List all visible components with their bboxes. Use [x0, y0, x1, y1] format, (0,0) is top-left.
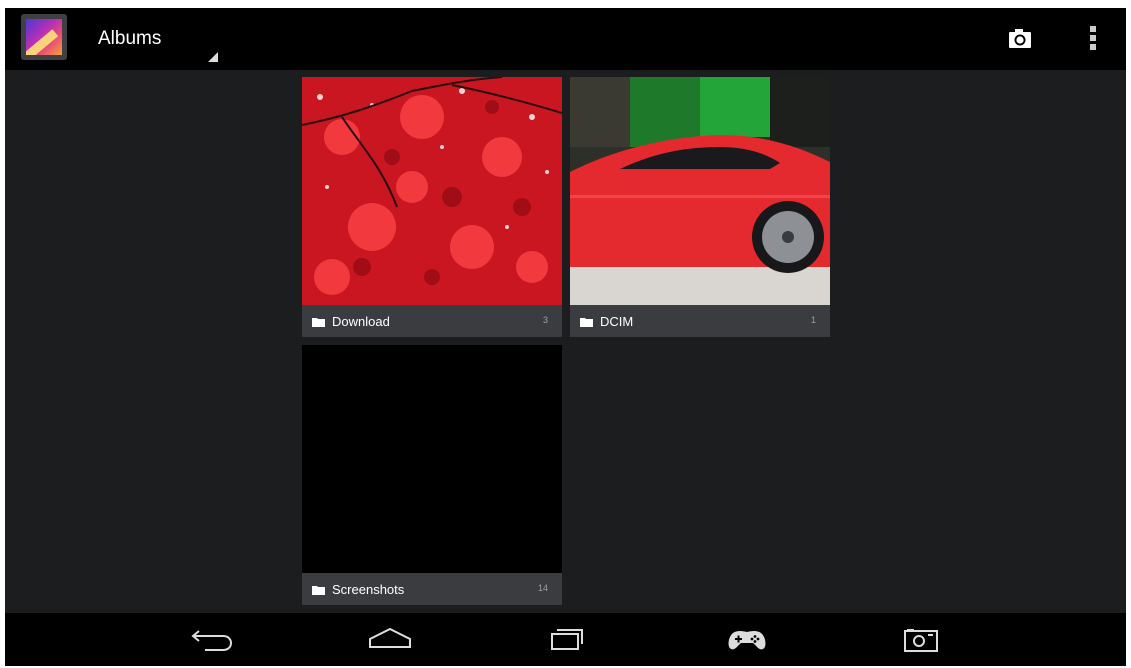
album-dcim[interactable]: DCIM 1	[570, 77, 830, 337]
overflow-menu-icon[interactable]	[1080, 22, 1104, 54]
album-download[interactable]: Download 3	[302, 77, 562, 337]
album-name: DCIM	[600, 314, 634, 329]
home-icon[interactable]	[362, 621, 418, 657]
navigation-bar	[5, 613, 1126, 666]
album-label-bar: DCIM 1	[570, 305, 830, 337]
gallery-screen: Albums Download 3 DCIM 1 Screenshots 14	[5, 8, 1126, 666]
dropdown-arrow-icon	[208, 52, 218, 62]
gamepad-icon[interactable]	[719, 621, 775, 657]
page-title: Albums	[98, 28, 162, 49]
album-thumbnail	[302, 77, 562, 305]
album-name: Download	[332, 314, 390, 329]
recent-apps-icon[interactable]	[542, 621, 598, 657]
album-label-bar: Download 3	[302, 305, 562, 337]
album-thumbnail	[570, 77, 830, 305]
album-label-bar: Screenshots 14	[302, 573, 562, 605]
folder-icon	[580, 318, 593, 327]
folder-icon	[312, 318, 325, 327]
camera-icon[interactable]	[1001, 24, 1037, 54]
action-bar: Albums	[5, 8, 1126, 70]
back-icon[interactable]	[185, 621, 241, 657]
album-count: 1	[810, 315, 816, 325]
album-thumbnail	[302, 345, 562, 573]
album-count: 3	[542, 315, 548, 325]
screenshot-icon[interactable]	[895, 621, 951, 657]
gallery-icon[interactable]	[21, 14, 67, 60]
folder-icon	[312, 586, 325, 595]
albums-dropdown[interactable]: Albums	[98, 8, 226, 70]
album-count: 14	[537, 583, 548, 593]
album-screenshots[interactable]: Screenshots 14	[302, 345, 562, 605]
album-name: Screenshots	[332, 582, 405, 597]
